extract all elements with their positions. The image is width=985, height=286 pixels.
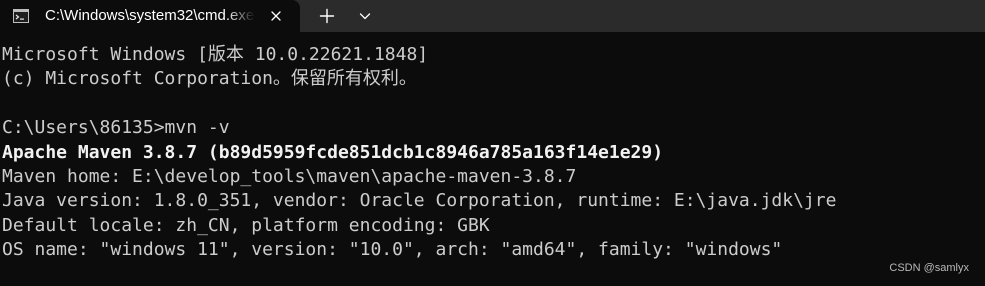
console-line-copyright: (c) Microsoft Corporation。保留所有权利。 — [2, 68, 417, 90]
tab-cmd[interactable]: C:\Windows\system32\cmd.exe — [0, 0, 300, 32]
plus-icon[interactable] — [314, 4, 340, 28]
console-line-maven-home: Maven home: E:\develop_tools\maven\apach… — [2, 165, 577, 187]
tab-bar: C:\Windows\system32\cmd.exe — [0, 0, 985, 32]
console-output[interactable]: Microsoft Windows [版本 10.0.22621.1848] (… — [2, 43, 985, 263]
console-line-os-name: OS name: "windows 11", version: "10.0", … — [2, 239, 783, 261]
console-line-command: C:\Users\86135>mvn -v — [2, 117, 230, 139]
close-icon[interactable] — [268, 8, 284, 24]
tab-title: C:\Windows\system32\cmd.exe — [45, 7, 255, 24]
chevron-down-icon[interactable] — [352, 4, 378, 28]
console-line-java-version: Java version: 1.8.0_351, vendor: Oracle … — [2, 190, 837, 212]
command-prompt-icon — [13, 8, 29, 24]
console-line-locale: Default locale: zh_CN, platform encoding… — [2, 214, 490, 236]
console-line-windows-version: Microsoft Windows [版本 10.0.22621.1848] — [2, 44, 429, 65]
terminal-window: C:\Windows\system32\cmd.exe Microsoft Wi… — [0, 0, 985, 286]
watermark: CSDN @samlyx — [889, 262, 969, 274]
console-line-maven-version: Apache Maven 3.8.7 (b89d5959fcde851dcb1c… — [2, 141, 664, 163]
console-line-blank — [2, 92, 985, 116]
